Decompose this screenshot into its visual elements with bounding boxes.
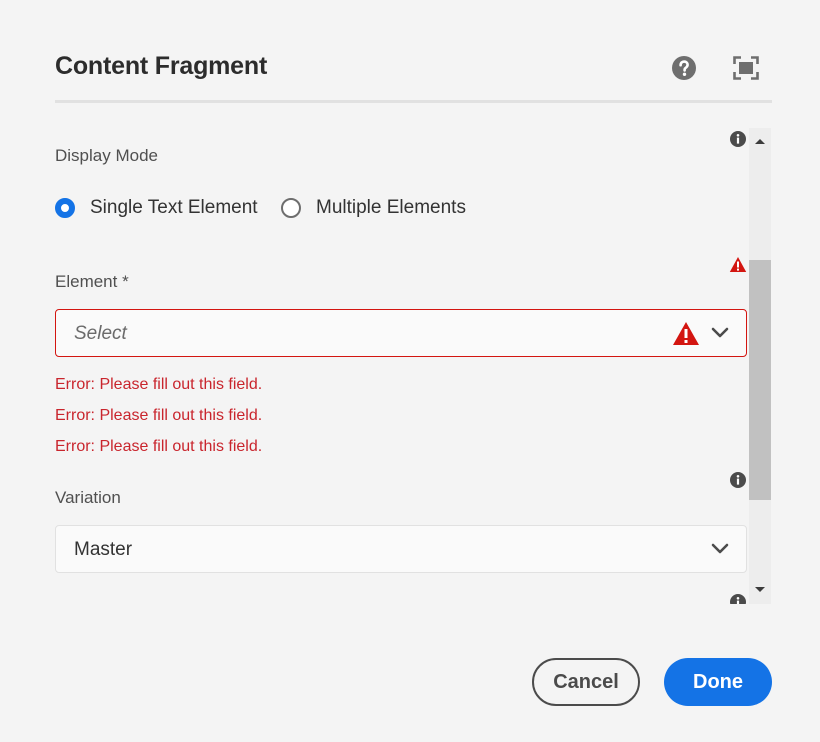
alert-icon[interactable] bbox=[729, 256, 747, 273]
dialog-content: Display Mode Single Text Element Multipl… bbox=[0, 128, 820, 604]
radio-checked-icon bbox=[55, 198, 75, 218]
radio-label: Single Text Element bbox=[90, 197, 258, 218]
scroll-down-arrow-icon[interactable] bbox=[752, 585, 768, 595]
done-button[interactable]: Done bbox=[664, 658, 772, 706]
alert-icon bbox=[673, 322, 699, 345]
cancel-button[interactable]: Cancel bbox=[532, 658, 640, 706]
radio-single-text-element[interactable]: Single Text Element bbox=[55, 197, 258, 219]
element-error-message: Error: Please fill out this field. bbox=[55, 407, 263, 424]
scrollbar-thumb[interactable] bbox=[749, 260, 771, 500]
variation-select-value: Master bbox=[74, 539, 133, 560]
element-select[interactable]: Select bbox=[55, 309, 747, 357]
fullscreen-icon[interactable] bbox=[733, 56, 759, 80]
element-error-message: Error: Please fill out this field. bbox=[55, 376, 263, 393]
info-icon[interactable] bbox=[730, 472, 746, 488]
element-select-placeholder: Select bbox=[74, 323, 127, 344]
element-error-message: Error: Please fill out this field. bbox=[55, 438, 263, 455]
info-icon[interactable] bbox=[730, 131, 746, 147]
header-divider bbox=[55, 100, 772, 103]
display-mode-label: Display Mode bbox=[55, 146, 158, 165]
help-circle-icon[interactable] bbox=[671, 55, 697, 81]
element-label: Element * bbox=[55, 272, 129, 291]
radio-label: Multiple Elements bbox=[316, 197, 466, 218]
scroll-up-arrow-icon[interactable] bbox=[752, 136, 768, 146]
chevron-down-icon bbox=[711, 327, 729, 338]
content-fragment-dialog: Content Fragment Display Mode Single Tex… bbox=[0, 0, 820, 742]
radio-unchecked-icon bbox=[281, 198, 301, 218]
variation-select[interactable]: Master bbox=[55, 525, 747, 573]
radio-multiple-elements[interactable]: Multiple Elements bbox=[281, 197, 466, 219]
dialog-title: Content Fragment bbox=[55, 52, 268, 80]
chevron-down-icon bbox=[711, 543, 729, 554]
variation-label: Variation bbox=[55, 488, 121, 507]
info-icon[interactable] bbox=[730, 594, 746, 604]
vertical-scrollbar[interactable] bbox=[749, 128, 771, 604]
